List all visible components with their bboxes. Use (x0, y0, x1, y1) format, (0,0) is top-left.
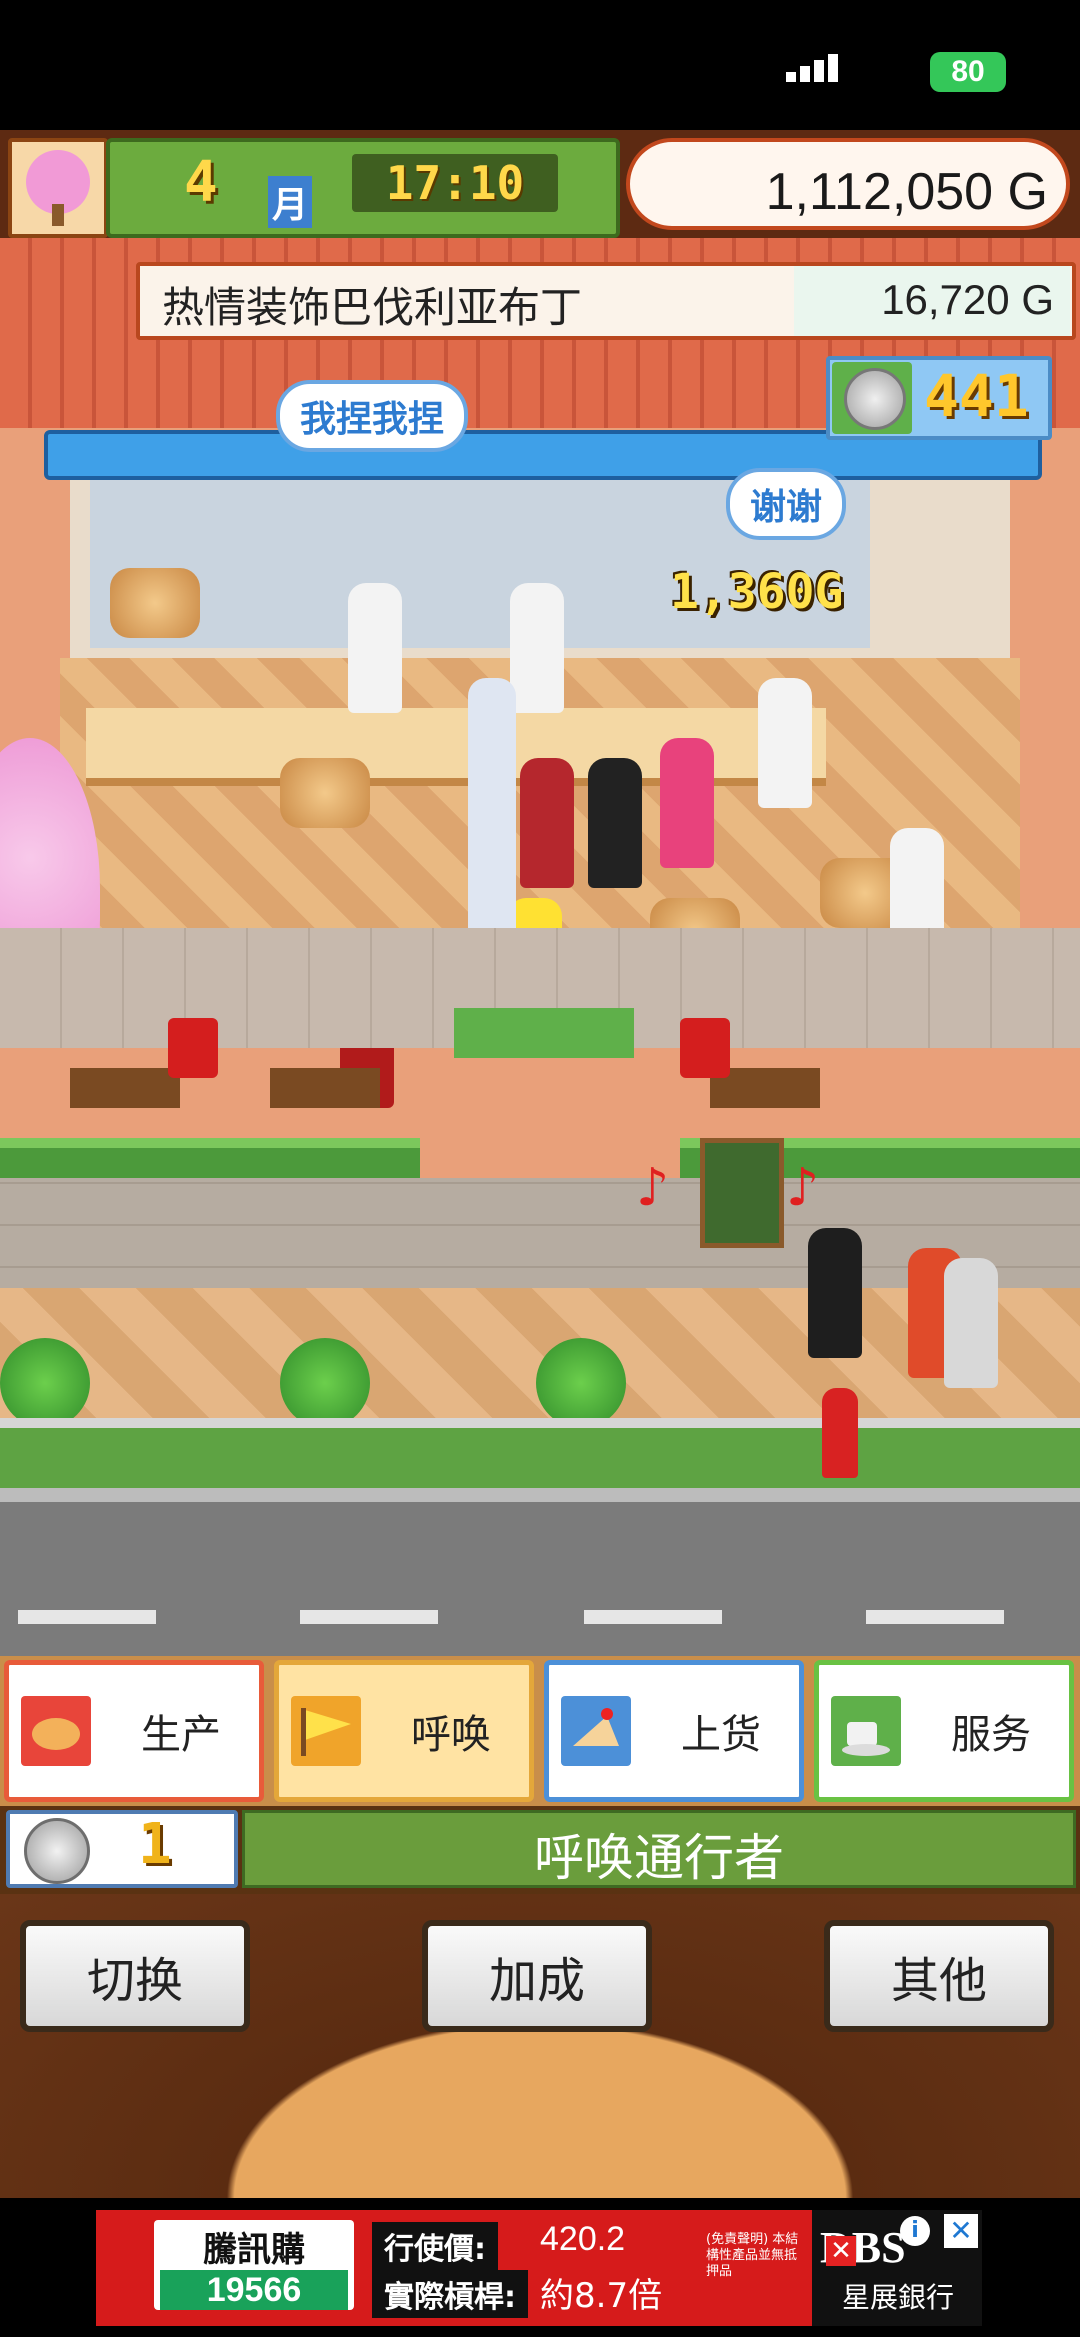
customer-character[interactable] (588, 758, 642, 888)
entrance-mat (454, 1008, 634, 1058)
red-chair (680, 1018, 730, 1078)
dbs-x-icon: ✕ (826, 2236, 856, 2266)
money-amount: 1,112,050 G (765, 163, 1048, 221)
lane-marking (584, 1610, 722, 1624)
tab-label: 生产 (141, 1712, 221, 1758)
lane-marking (18, 1610, 156, 1624)
tab-label: 服务 (951, 1712, 1031, 1758)
ad-close-icon[interactable]: ✕ (944, 2214, 978, 2248)
chef-character[interactable] (510, 583, 564, 713)
bush (280, 1338, 370, 1428)
tab-label: 呼唤 (411, 1712, 491, 1758)
lane-marking (866, 1610, 1004, 1624)
ad-bank-chinese: 星展銀行 (842, 2281, 955, 2314)
coin-icon (24, 1818, 90, 1884)
coin-count: 1 (138, 1812, 172, 1877)
cup-icon (831, 1696, 901, 1766)
battery-indicator: 80 (930, 52, 1006, 92)
ad-disclaimer: (免責聲明) 本結構性產品並無抵押品 (706, 2232, 799, 2279)
network-label: LTE (858, 44, 929, 88)
ad-brand: 騰訊購 (203, 2230, 305, 2270)
croissant-icon (21, 1696, 91, 1766)
ad-info-icon[interactable]: i (900, 2216, 930, 2246)
status-time: 11:22 (118, 41, 234, 93)
bread-shelf[interactable] (110, 568, 200, 638)
bush (536, 1338, 626, 1428)
customer-character[interactable] (520, 758, 574, 888)
call-passerby-label: 呼唤通行者 (534, 1829, 784, 1887)
ad-label-strike: 行使價: (372, 2222, 498, 2270)
featured-item-price: 16,720 G (881, 276, 1054, 323)
earnings-popup: 1,360G (670, 564, 844, 620)
plate-stack (468, 678, 516, 938)
money-display: 1,112,050 G (626, 138, 1070, 230)
bench[interactable] (270, 1068, 380, 1108)
chef-character[interactable] (348, 583, 402, 713)
ad-value-leverage: 約8.7倍 (540, 2276, 663, 2316)
month-number: 4 (184, 150, 218, 215)
tab-stock[interactable]: 上货 (544, 1660, 804, 1802)
medal-count: 441 (924, 362, 1029, 430)
bush (0, 1338, 90, 1428)
tree-icon[interactable] (8, 138, 108, 238)
lane-marking (300, 1610, 438, 1624)
ad-code: 19566 (160, 2270, 348, 2310)
customer-character[interactable] (660, 738, 714, 868)
fire-hydrant (822, 1388, 858, 1478)
music-note-icon: ♪ (786, 1158, 820, 1218)
speech-bubble: 谢谢 (726, 468, 847, 540)
red-chair (168, 1018, 218, 1078)
ad-label-leverage: 實際槓桿: (372, 2270, 528, 2318)
other-button[interactable]: 其他 (824, 1920, 1054, 2032)
tab-service[interactable]: 服务 (814, 1660, 1074, 1802)
tab-produce[interactable]: 生产 (4, 1660, 264, 1802)
music-note-icon: ♪ (636, 1158, 670, 1218)
pedestrian-character[interactable] (944, 1258, 998, 1388)
flag-icon (291, 1696, 361, 1766)
cake-icon (561, 1696, 631, 1766)
switch-button[interactable]: 切换 (20, 1920, 250, 2032)
pedestrian-character[interactable] (808, 1228, 862, 1358)
tab-call[interactable]: 呼唤 (274, 1660, 534, 1802)
medal-icon (844, 368, 906, 430)
signal-icon (786, 54, 838, 82)
road (0, 1488, 1080, 1658)
bench[interactable] (70, 1068, 180, 1108)
bread-display[interactable] (280, 758, 370, 828)
bakery-counter (86, 708, 826, 786)
game-scene[interactable]: ♪ ♪ 我捏我捏 谢谢 1,360G (0, 238, 1080, 1658)
chef-character[interactable] (758, 678, 812, 808)
tab-label: 上货 (681, 1712, 761, 1758)
music-sign[interactable] (700, 1138, 784, 1248)
ad-value-strike: 420.2 (540, 2220, 626, 2258)
boost-button[interactable]: 加成 (422, 1920, 652, 2032)
speech-bubble: 我捏我捏 (276, 380, 469, 452)
game-time: 17:10 (352, 154, 558, 212)
month-label: 月 (268, 176, 313, 228)
featured-item-name: 热情装饰巴伐利亚布丁 (162, 283, 583, 332)
